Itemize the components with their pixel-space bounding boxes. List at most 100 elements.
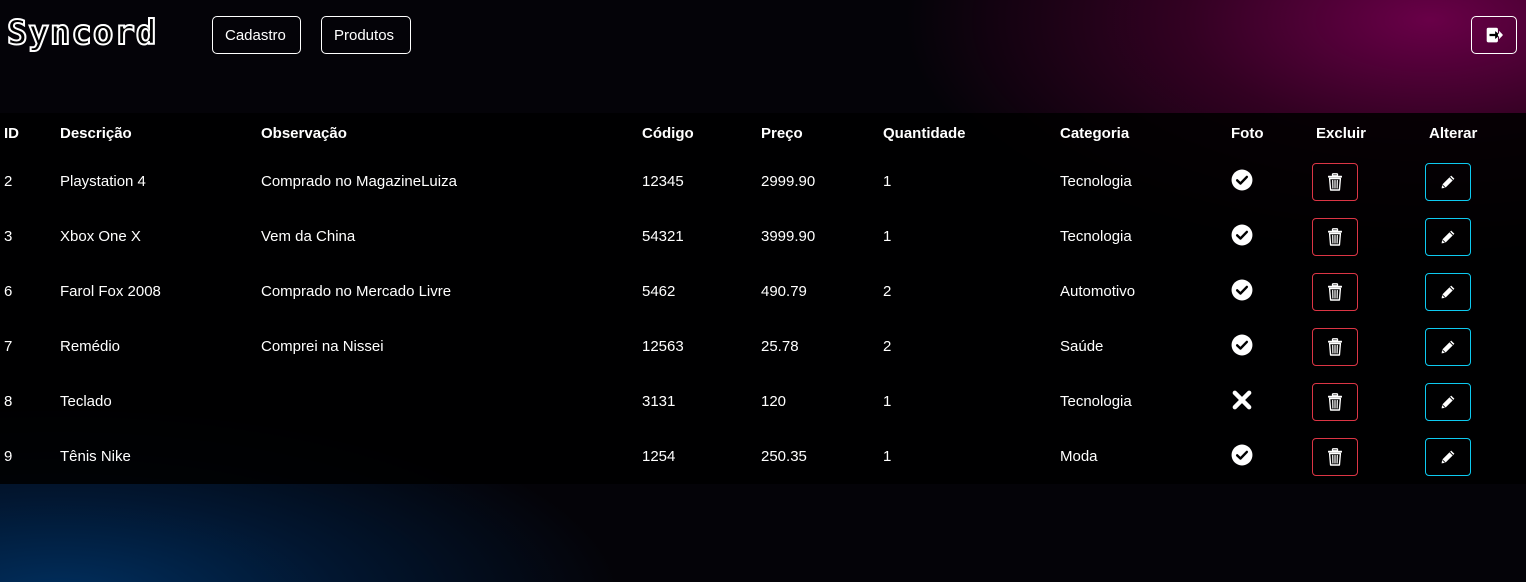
header-categoria: Categoria — [1060, 125, 1130, 142]
check-circle-icon — [1231, 224, 1253, 246]
table-header-row: ID Descrição Observação Código Preço Qua… — [0, 113, 1526, 154]
cell-categoria: Moda — [1060, 448, 1098, 465]
check-circle-icon — [1231, 334, 1253, 356]
cell-alterar — [1425, 154, 1526, 209]
trash-icon — [1327, 448, 1343, 466]
cell-excluir — [1312, 374, 1425, 429]
cell-codigo: 5462 — [642, 283, 676, 300]
header-codigo: Código — [642, 125, 694, 142]
delete-button[interactable] — [1312, 327, 1358, 366]
cell-observacao: Comprei na Nissei — [261, 338, 384, 355]
cell-quantidade: 1 — [883, 448, 892, 465]
table-row: 2 Playstation 4 Comprado no MagazineLuiza 1… — [0, 154, 1526, 209]
pencil-icon — [1440, 174, 1456, 190]
table-row: 9 Tênis Nike 1254 250.35 1 Moda — [0, 429, 1526, 484]
cell-quantidade: 2 — [883, 338, 892, 355]
cell-categoria: Automotivo — [1060, 283, 1136, 300]
pencil-icon — [1440, 449, 1456, 465]
cell-foto — [1227, 429, 1312, 484]
cell-categoria: Tecnologia — [1060, 173, 1132, 190]
table-row: 7 Remédio Comprei na Nissei 12563 25.78 2 Saúd… — [0, 319, 1526, 374]
nav-produtos-button[interactable]: Produtos — [321, 16, 411, 54]
cell-alterar — [1425, 209, 1526, 264]
cell-observacao: Comprado no MagazineLuiza — [261, 173, 457, 190]
cell-codigo: 3131 — [642, 393, 676, 410]
edit-button[interactable] — [1425, 162, 1471, 201]
cell-codigo: 12563 — [642, 338, 684, 355]
cell-excluir — [1312, 429, 1425, 484]
pencil-icon — [1440, 394, 1456, 410]
cell-quantidade: 1 — [883, 393, 892, 410]
cell-codigo: 12345 — [642, 173, 684, 190]
products-table-container: ID Descrição Observação Código Preço Qua… — [0, 113, 1526, 484]
cell-observacao — [257, 429, 638, 484]
edit-button[interactable] — [1425, 382, 1471, 421]
edit-button[interactable] — [1425, 327, 1471, 366]
cell-excluir — [1312, 209, 1425, 264]
trash-icon — [1327, 228, 1343, 246]
cell-foto — [1227, 154, 1312, 209]
cell-preco: 25.78 — [761, 338, 799, 355]
cell-quantidade: 2 — [883, 283, 892, 300]
cell-alterar — [1425, 429, 1526, 484]
cell-excluir — [1312, 319, 1425, 374]
cell-id: 9 — [4, 448, 13, 465]
logout-button[interactable] — [1471, 16, 1517, 54]
cell-descricao: Xbox One X — [60, 228, 141, 245]
cell-foto — [1227, 264, 1312, 319]
cell-codigo: 1254 — [642, 448, 676, 465]
delete-button[interactable] — [1312, 437, 1358, 476]
cell-excluir — [1312, 264, 1425, 319]
delete-button[interactable] — [1312, 382, 1358, 421]
delete-button[interactable] — [1312, 272, 1358, 311]
cell-categoria: Tecnologia — [1060, 228, 1132, 245]
header-observacao: Observação — [261, 125, 347, 142]
header-descricao: Descrição — [60, 125, 132, 142]
pencil-icon — [1440, 284, 1456, 300]
logout-icon — [1486, 27, 1503, 43]
header-id: ID — [4, 125, 19, 142]
check-circle-icon — [1231, 169, 1253, 191]
edit-button[interactable] — [1425, 217, 1471, 256]
header-quantidade: Quantidade — [883, 125, 966, 142]
header-alterar: Alterar — [1429, 125, 1478, 142]
header-preco: Preço — [761, 125, 803, 142]
edit-button[interactable] — [1425, 437, 1471, 476]
cell-descricao: Tênis Nike — [60, 448, 131, 465]
cell-alterar — [1425, 264, 1526, 319]
cell-descricao: Teclado — [60, 393, 112, 410]
pencil-icon — [1440, 229, 1456, 245]
trash-icon — [1327, 173, 1343, 191]
cell-id: 7 — [4, 338, 13, 355]
cell-excluir — [1312, 154, 1425, 209]
header-foto: Foto — [1231, 125, 1264, 142]
cell-id: 8 — [4, 393, 13, 410]
trash-icon — [1327, 283, 1343, 301]
cell-foto — [1227, 374, 1312, 429]
cell-preco: 490.79 — [761, 283, 807, 300]
edit-button[interactable] — [1425, 272, 1471, 311]
x-icon — [1231, 389, 1253, 411]
cell-descricao: Remédio — [60, 338, 121, 355]
cell-categoria: Saúde — [1060, 338, 1104, 355]
cell-descricao: Farol Fox 2008 — [60, 283, 161, 300]
cell-codigo: 54321 — [642, 228, 684, 245]
app-logo[interactable]: Syncord — [6, 12, 157, 54]
table-row: 6 Farol Fox 2008 Comprado no Mercado Livre… — [0, 264, 1526, 319]
nav-cadastro-button[interactable]: Cadastro — [212, 16, 301, 54]
cell-id: 3 — [4, 228, 13, 245]
cell-foto — [1227, 319, 1312, 374]
cell-preco: 3999.90 — [761, 228, 816, 245]
cell-preco: 120 — [761, 393, 787, 410]
pencil-icon — [1440, 339, 1456, 355]
cell-observacao — [257, 374, 638, 429]
delete-button[interactable] — [1312, 217, 1358, 256]
cell-observacao: Vem da China — [261, 228, 356, 245]
check-circle-icon — [1231, 444, 1253, 466]
cell-id: 6 — [4, 283, 13, 300]
navbar: Syncord Cadastro Produtos — [0, 0, 1526, 70]
cell-categoria: Tecnologia — [1060, 393, 1132, 410]
table-row: 8 Teclado 3131 120 1 Tecnologia — [0, 374, 1526, 429]
delete-button[interactable] — [1312, 162, 1358, 201]
cell-foto — [1227, 209, 1312, 264]
